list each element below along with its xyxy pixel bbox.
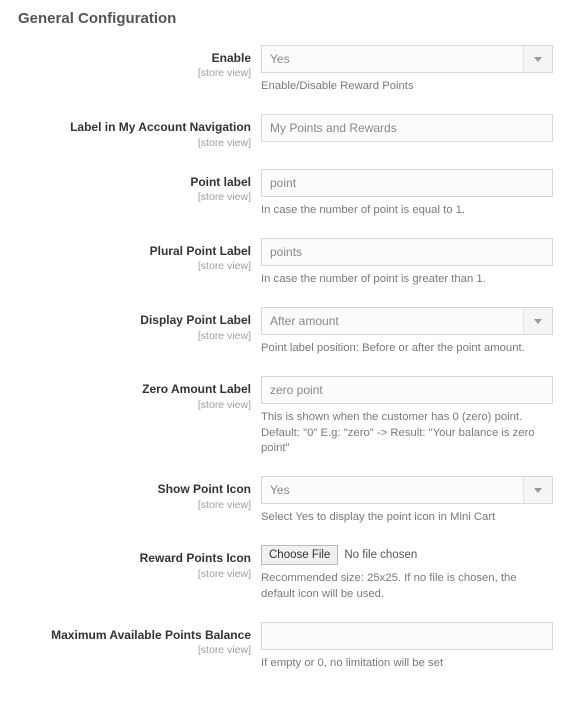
field-nav-label: Label in My Account Navigation [store vi… bbox=[16, 114, 553, 148]
field-scope: [store view] bbox=[16, 399, 251, 411]
field-zero-amount-label: Zero Amount Label [store view] This is s… bbox=[16, 376, 553, 456]
field-label: Zero Amount Label bbox=[16, 382, 251, 396]
point-label-input[interactable] bbox=[261, 169, 553, 197]
field-comment: Select Yes to display the point icon in … bbox=[261, 510, 553, 525]
field-comment: Recommended size: 25x25. If no file is c… bbox=[261, 571, 553, 602]
field-label: Enable bbox=[16, 51, 251, 65]
field-scope: [store view] bbox=[16, 137, 251, 149]
file-status: No file chosen bbox=[344, 549, 417, 561]
field-scope: [store view] bbox=[16, 568, 251, 580]
select-value: Yes bbox=[262, 46, 523, 72]
field-label: Label in My Account Navigation bbox=[16, 120, 251, 134]
field-scope: [store view] bbox=[16, 260, 251, 272]
section-title: General Configuration bbox=[18, 10, 553, 27]
field-reward-points-icon: Reward Points Icon [store view] Choose F… bbox=[16, 545, 553, 602]
field-label: Display Point Label bbox=[16, 313, 251, 327]
select-value: Yes bbox=[262, 477, 523, 503]
field-max-balance: Maximum Available Points Balance [store … bbox=[16, 622, 553, 671]
chevron-down-icon[interactable] bbox=[523, 477, 552, 503]
field-scope: [store view] bbox=[16, 191, 251, 203]
zero-amount-label-input[interactable] bbox=[261, 376, 553, 404]
field-comment: This is shown when the customer has 0 (z… bbox=[261, 410, 553, 456]
field-label: Plural Point Label bbox=[16, 244, 251, 258]
field-display-point-label: Display Point Label [store view] After a… bbox=[16, 307, 553, 356]
chevron-down-icon[interactable] bbox=[523, 308, 552, 334]
select-value: After amount bbox=[262, 308, 523, 334]
show-point-icon-select[interactable]: Yes bbox=[261, 476, 553, 504]
display-point-label-select[interactable]: After amount bbox=[261, 307, 553, 335]
field-comment: In case the number of point is greater t… bbox=[261, 272, 553, 287]
field-comment: If empty or 0, no limitation will be set bbox=[261, 656, 553, 671]
field-label: Show Point Icon bbox=[16, 482, 251, 496]
max-balance-input[interactable] bbox=[261, 622, 553, 650]
plural-point-label-input[interactable] bbox=[261, 238, 553, 266]
field-enable: Enable [store view] Yes Enable/Disable R… bbox=[16, 45, 553, 94]
field-comment: Enable/Disable Reward Points bbox=[261, 79, 553, 94]
field-point-label: Point label [store view] In case the num… bbox=[16, 169, 553, 218]
field-scope: [store view] bbox=[16, 330, 251, 342]
field-comment: In case the number of point is equal to … bbox=[261, 203, 553, 218]
choose-file-button[interactable]: Choose File bbox=[261, 545, 338, 565]
nav-label-input[interactable] bbox=[261, 114, 553, 142]
field-scope: [store view] bbox=[16, 644, 251, 656]
field-show-point-icon: Show Point Icon [store view] Yes Select … bbox=[16, 476, 553, 525]
enable-select[interactable]: Yes bbox=[261, 45, 553, 73]
field-comment: Point label position: Before or after th… bbox=[261, 341, 553, 356]
field-label: Point label bbox=[16, 175, 251, 189]
chevron-down-icon[interactable] bbox=[523, 46, 552, 72]
field-scope: [store view] bbox=[16, 499, 251, 511]
field-label: Reward Points Icon bbox=[16, 551, 251, 565]
field-scope: [store view] bbox=[16, 67, 251, 79]
field-plural-point-label: Plural Point Label [store view] In case … bbox=[16, 238, 553, 287]
field-label: Maximum Available Points Balance bbox=[16, 628, 251, 642]
